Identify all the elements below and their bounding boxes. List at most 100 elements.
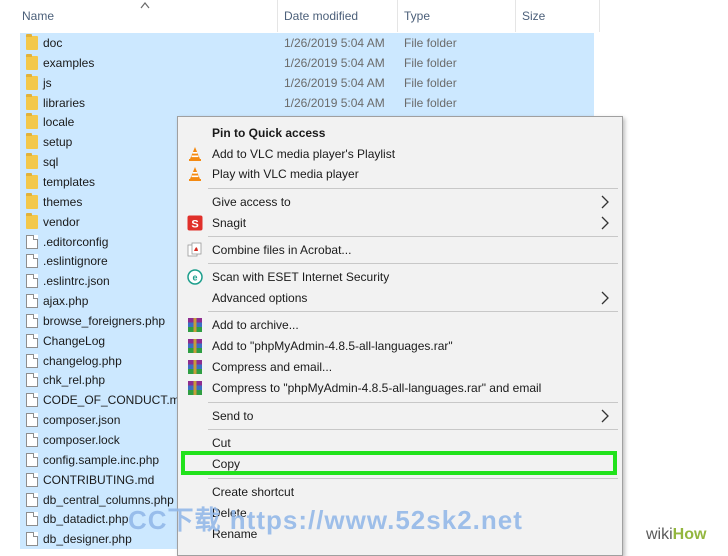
file-icon (26, 393, 38, 408)
file-icon (26, 532, 38, 547)
file-icon (26, 373, 38, 388)
menu-item-label: Pin to Quick access (212, 126, 326, 140)
vlc-icon (189, 147, 201, 161)
file-icon (26, 413, 38, 428)
menu-item-eset-scan[interactable]: e Scan with ESET Internet Security (178, 267, 622, 287)
menu-separator (208, 263, 618, 264)
column-header: Name Date modified Type Size (0, 0, 600, 32)
menu-item-label: Compress and email... (212, 360, 333, 374)
wikihow-logo-wiki: wiki (646, 526, 673, 543)
item-name: config.sample.inc.php (43, 452, 160, 467)
menu-item-label: Compress to "phpMyAdmin-4.8.5-all-langua… (212, 381, 542, 395)
menu-item-add-to-rar[interactable]: Add to "phpMyAdmin-4.8.5-all-languages.r… (178, 336, 622, 356)
menu-item-label: Add to "phpMyAdmin-4.8.5-all-languages.r… (212, 339, 453, 353)
folder-icon (26, 153, 38, 170)
winrar-icon (188, 339, 202, 353)
menu-separator (208, 429, 618, 430)
item-name: CODE_OF_CONDUCT.md (43, 393, 187, 408)
file-icon (26, 472, 38, 487)
wikihow-logo-how: How (672, 526, 707, 543)
chevron-right-icon (601, 195, 609, 209)
item-name: db_designer.php (43, 532, 132, 547)
file-icon (26, 274, 38, 289)
folder-icon (26, 73, 38, 90)
svg-text:e: e (192, 273, 197, 283)
folder-icon (26, 53, 38, 70)
menu-item-create-shortcut[interactable]: Create shortcut (178, 482, 622, 502)
item-date-modified: 1/26/2019 5:04 AM (284, 75, 385, 90)
menu-separator (208, 478, 618, 479)
menu-item-snagit[interactable]: S Snagit (178, 213, 622, 233)
folder-row[interactable]: js 1/26/2019 5:04 AM File folder (20, 72, 594, 93)
item-type: File folder (404, 55, 457, 70)
item-name: templates (43, 174, 96, 189)
eset-icon: e (187, 269, 203, 285)
folder-icon (26, 172, 38, 189)
item-type: File folder (404, 75, 457, 90)
menu-item-pin-quick-access[interactable]: Pin to Quick access (178, 123, 622, 143)
item-name: composer.json (43, 413, 121, 428)
column-date-modified[interactable]: Date modified (278, 0, 398, 32)
file-icon (26, 294, 38, 309)
menu-item-label: Play with VLC media player (212, 167, 359, 181)
menu-item-label: Advanced options (212, 291, 308, 305)
wikihow-logo: wikiHow (640, 524, 728, 546)
folder-icon (26, 133, 38, 150)
acrobat-icon (187, 242, 202, 257)
item-name: vendor (43, 214, 80, 229)
item-name: composer.lock (43, 433, 120, 447)
menu-item-label: Add to VLC media player's Playlist (212, 147, 396, 161)
menu-item-vlc-play[interactable]: Play with VLC media player (178, 164, 622, 184)
menu-item-vlc-add-playlist[interactable]: Add to VLC media player's Playlist (178, 144, 622, 164)
item-name: sql (43, 155, 59, 170)
menu-item-label: Scan with ESET Internet Security (212, 270, 390, 284)
item-name: ajax.php (43, 294, 89, 309)
menu-separator (208, 311, 618, 312)
menu-item-compress-rar-email[interactable]: Compress to "phpMyAdmin-4.8.5-all-langua… (178, 378, 622, 398)
snagit-icon: S (187, 215, 203, 231)
menu-item-send-to[interactable]: Send to (178, 406, 622, 426)
menu-item-add-to-archive[interactable]: Add to archive... (178, 315, 622, 335)
menu-separator (208, 188, 618, 189)
watermark: CC下载 https://www.52sk2.net (128, 505, 523, 535)
menu-item-label: Combine files in Acrobat... (212, 243, 352, 257)
menu-item-advanced-options[interactable]: Advanced options (178, 288, 622, 308)
menu-item-label: Cut (212, 436, 231, 450)
folder-row[interactable]: examples 1/26/2019 5:04 AM File folder (20, 52, 594, 73)
column-name[interactable]: Name (16, 0, 278, 32)
winrar-icon (188, 318, 202, 332)
folder-icon (26, 113, 38, 130)
item-name: setup (43, 135, 73, 150)
column-type[interactable]: Type (398, 0, 516, 32)
context-menu: Pin to Quick access Add to VLC media pla… (177, 116, 623, 556)
winrar-icon (188, 360, 202, 374)
file-icon (26, 512, 38, 527)
menu-item-cut[interactable]: Cut (178, 433, 622, 453)
item-date-modified: 1/26/2019 5:04 AM (284, 95, 385, 110)
item-type: File folder (404, 95, 457, 110)
menu-item-combine-acrobat[interactable]: Combine files in Acrobat... (178, 240, 622, 260)
folder-row[interactable]: doc 1/26/2019 5:04 AM File folder (20, 33, 594, 53)
menu-item-label: Create shortcut (212, 485, 295, 499)
item-name: changelog.php (43, 353, 122, 368)
folder-icon (26, 192, 38, 209)
menu-item-label: Add to archive... (212, 318, 299, 332)
menu-item-give-access[interactable]: Give access to (178, 192, 622, 212)
item-name: libraries (43, 95, 86, 110)
folder-row[interactable]: libraries 1/26/2019 5:04 AM File folder (20, 92, 594, 113)
menu-separator (208, 236, 618, 237)
column-size[interactable]: Size (516, 0, 600, 32)
item-type: File folder (404, 36, 457, 50)
menu-item-compress-email[interactable]: Compress and email... (178, 357, 622, 377)
menu-item-label: Send to (212, 409, 254, 423)
item-name: doc (43, 36, 63, 50)
file-icon (26, 254, 38, 269)
item-name: chk_rel.php (43, 373, 106, 388)
folder-icon (26, 34, 38, 50)
item-name: CONTRIBUTING.md (43, 472, 155, 487)
file-icon (26, 313, 38, 328)
menu-item-label: Snagit (212, 216, 247, 230)
chevron-right-icon (601, 216, 609, 230)
item-name: .editorconfig (43, 234, 109, 249)
vlc-icon (189, 167, 201, 181)
